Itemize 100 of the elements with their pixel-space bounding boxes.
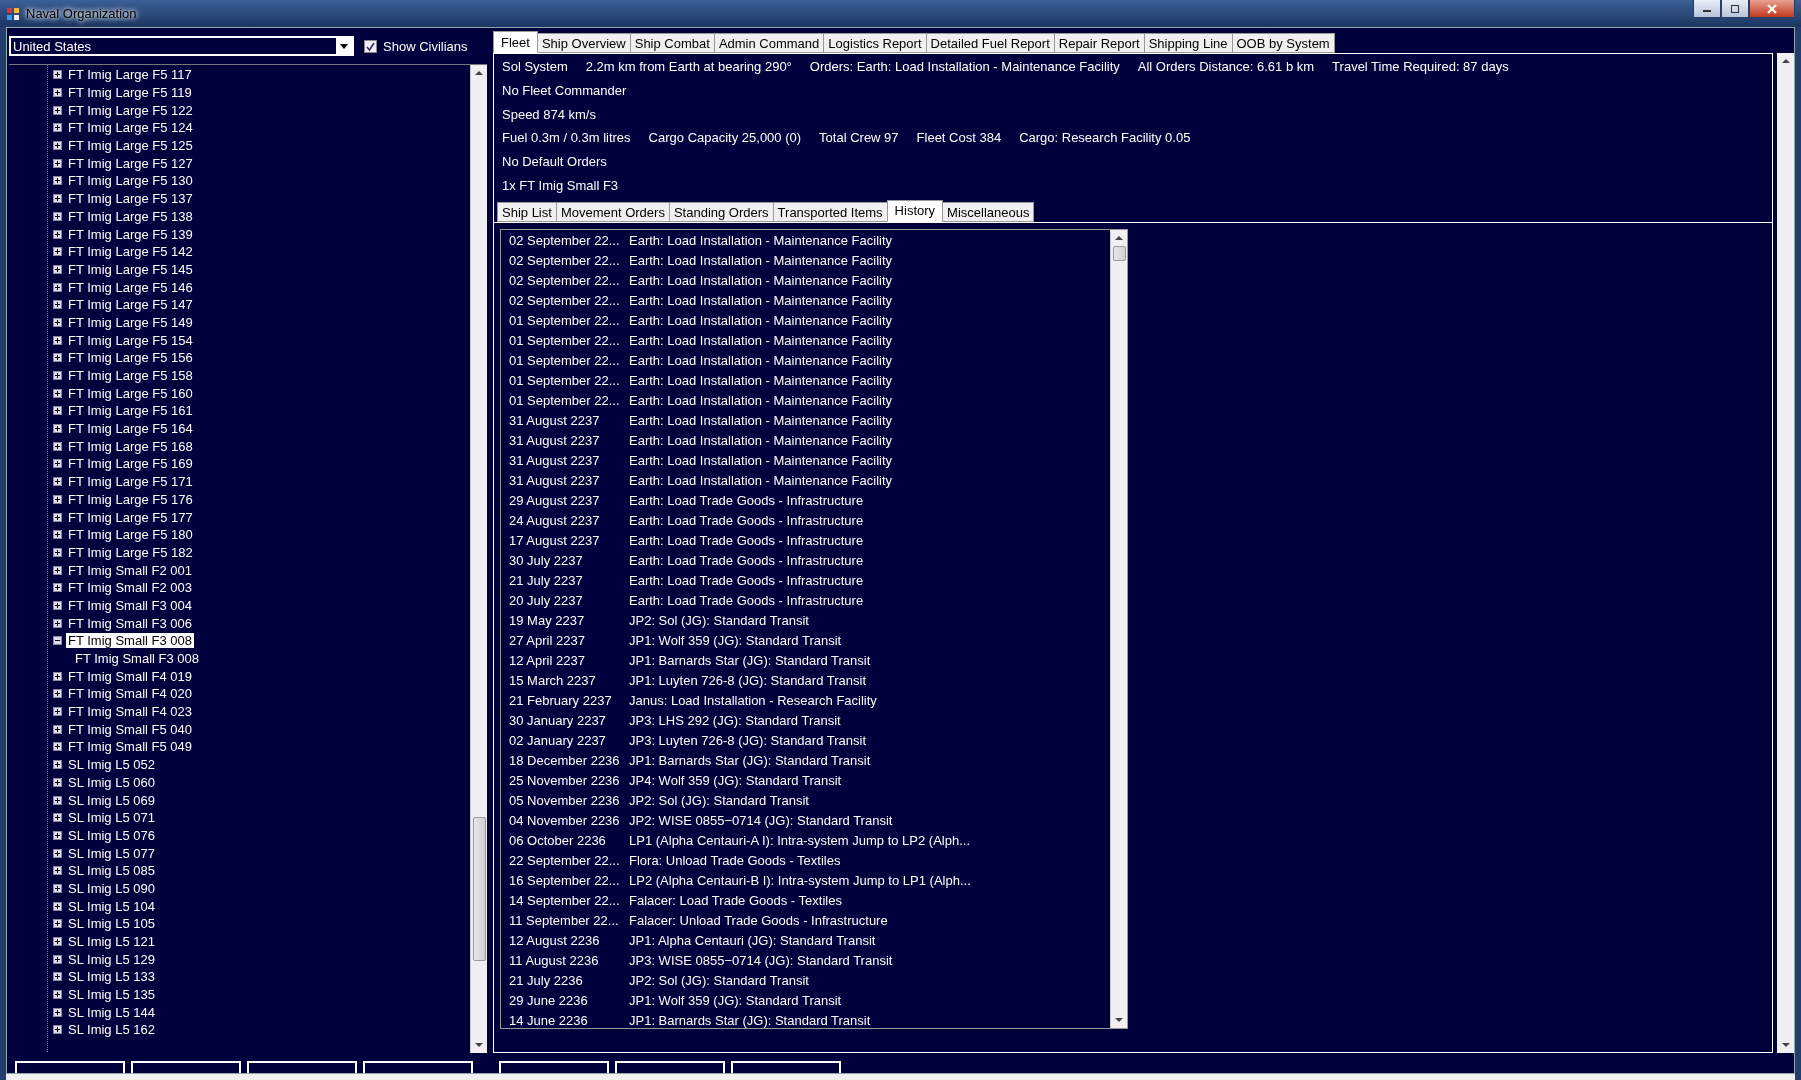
tab[interactable]: Admin Command — [713, 33, 825, 53]
tree-item[interactable]: FT Imig Large F5 137 — [66, 191, 195, 207]
tree-item[interactable]: FT Imig Small F3 008 — [66, 633, 195, 649]
expand-icon[interactable] — [53, 335, 62, 345]
tree-item[interactable]: SL Imig L5 105 — [66, 916, 157, 932]
tab[interactable]: Movement Orders — [555, 201, 670, 222]
tree-item[interactable]: SL Imig L5 121 — [66, 934, 157, 950]
expand-icon[interactable] — [53, 300, 62, 310]
tree-item[interactable]: FT Imig Large F5 182 — [66, 544, 195, 560]
close-button[interactable] — [1749, 0, 1795, 18]
tree-item[interactable]: SL Imig L5 060 — [66, 774, 157, 790]
expand-icon[interactable] — [53, 123, 62, 133]
expand-icon[interactable] — [53, 830, 62, 840]
blank-button[interactable] — [247, 1061, 357, 1073]
expand-icon[interactable] — [53, 141, 62, 151]
expand-icon[interactable] — [53, 795, 62, 805]
blank-button[interactable] — [363, 1061, 473, 1073]
tab[interactable]: Transported Items — [772, 201, 888, 222]
expand-icon[interactable] — [53, 176, 62, 186]
tab[interactable]: Repair Report — [1053, 33, 1145, 53]
race-dropdown[interactable]: United States — [9, 36, 354, 56]
expand-icon[interactable] — [53, 229, 62, 239]
tree-item[interactable]: SL Imig L5 135 — [66, 987, 157, 1003]
expand-icon[interactable] — [53, 88, 62, 98]
expand-icon[interactable] — [53, 724, 62, 734]
expand-icon[interactable] — [53, 105, 62, 115]
tree-item[interactable]: SL Imig L5 071 — [66, 810, 157, 826]
expand-icon[interactable] — [53, 353, 62, 363]
expand-icon[interactable] — [53, 547, 62, 557]
expand-icon[interactable] — [53, 247, 62, 257]
expand-icon[interactable] — [53, 317, 62, 327]
collapse-icon[interactable] — [53, 636, 62, 646]
tree-item[interactable]: FT Imig Large F5 146 — [66, 279, 195, 295]
tab[interactable]: Fleet — [493, 31, 538, 53]
scroll-thumb[interactable] — [472, 817, 486, 961]
tree-item[interactable]: FT Imig Large F5 145 — [66, 261, 195, 277]
blank-button[interactable] — [131, 1061, 241, 1073]
tree-item[interactable]: FT Imig Large F5 154 — [66, 332, 195, 348]
expand-icon[interactable] — [53, 424, 62, 434]
tree-item[interactable]: FT Imig Large F5 169 — [66, 456, 195, 472]
tree-item[interactable]: FT Imig Small F4 019 — [66, 668, 195, 684]
expand-icon[interactable] — [53, 707, 62, 717]
expand-icon[interactable] — [53, 760, 62, 770]
tab[interactable]: History — [886, 199, 944, 222]
expand-icon[interactable] — [53, 494, 62, 504]
expand-icon[interactable] — [53, 1025, 62, 1035]
tree-item[interactable]: FT Imig Small F4 020 — [66, 686, 195, 702]
tree-item[interactable]: FT Imig Large F5 149 — [66, 314, 195, 330]
expand-icon[interactable] — [53, 211, 62, 221]
tree-item[interactable]: FT Imig Large F5 138 — [66, 208, 195, 224]
blank-button[interactable] — [499, 1061, 609, 1073]
expand-icon[interactable] — [53, 883, 62, 893]
expand-icon[interactable] — [53, 777, 62, 787]
expand-icon[interactable] — [53, 1007, 62, 1017]
expand-icon[interactable] — [53, 70, 62, 80]
expand-icon[interactable] — [53, 901, 62, 911]
tree-item[interactable]: FT Imig Large F5 139 — [66, 226, 195, 242]
tree-item[interactable]: SL Imig L5 076 — [66, 827, 157, 843]
show-civilians-checkbox[interactable]: Show Civilians — [364, 38, 468, 54]
tree-item[interactable]: FT Imig Large F5 177 — [66, 509, 195, 525]
tree-scrollbar[interactable] — [470, 65, 487, 1053]
tab[interactable]: Ship Combat — [629, 33, 715, 53]
tree-item[interactable]: SL Imig L5 104 — [66, 898, 157, 914]
expand-icon[interactable] — [53, 937, 62, 947]
tree-item[interactable]: SL Imig L5 162 — [66, 1022, 157, 1038]
tab[interactable]: Shipping Line — [1143, 33, 1233, 53]
tab[interactable]: Logistics Report — [823, 33, 927, 53]
tree-item[interactable]: FT Imig Small F3 008 — [73, 651, 202, 667]
tree-item[interactable]: FT Imig Large F5 156 — [66, 350, 195, 366]
tree-item[interactable]: SL Imig L5 052 — [66, 757, 157, 773]
expand-icon[interactable] — [53, 158, 62, 168]
tree-item[interactable]: FT Imig Small F4 023 — [66, 704, 195, 720]
tree-item[interactable]: SL Imig L5 090 — [66, 880, 157, 896]
expand-icon[interactable] — [53, 813, 62, 823]
tree-item[interactable]: FT Imig Large F5 158 — [66, 368, 195, 384]
tree-item[interactable]: FT Imig Large F5 168 — [66, 438, 195, 454]
expand-icon[interactable] — [53, 388, 62, 398]
expand-icon[interactable] — [53, 194, 62, 204]
tree-item[interactable]: FT Imig Large F5 119 — [66, 85, 194, 101]
expand-icon[interactable] — [53, 600, 62, 610]
expand-icon[interactable] — [53, 671, 62, 681]
tree-item[interactable]: SL Imig L5 144 — [66, 1004, 157, 1020]
minimize-button[interactable] — [1693, 0, 1721, 18]
tab[interactable]: Miscellaneous — [942, 201, 1035, 222]
tree-item[interactable]: FT Imig Large F5 176 — [66, 491, 195, 507]
tree-item[interactable]: FT Imig Large F5 130 — [66, 173, 195, 189]
expand-icon[interactable] — [53, 919, 62, 929]
tab[interactable]: Standing Orders — [668, 201, 774, 222]
expand-icon[interactable] — [53, 583, 62, 593]
blank-button[interactable] — [731, 1061, 841, 1073]
expand-icon[interactable] — [53, 477, 62, 487]
expand-icon[interactable] — [53, 371, 62, 381]
expand-icon[interactable] — [53, 866, 62, 876]
tree-item[interactable]: FT Imig Large F5 171 — [66, 474, 195, 490]
expand-icon[interactable] — [53, 990, 62, 1000]
tab[interactable]: Ship List — [497, 201, 557, 222]
tree-item[interactable]: SL Imig L5 077 — [66, 845, 157, 861]
expand-icon[interactable] — [53, 689, 62, 699]
tab[interactable]: Detailed Fuel Report — [925, 33, 1055, 53]
expand-icon[interactable] — [53, 954, 62, 964]
